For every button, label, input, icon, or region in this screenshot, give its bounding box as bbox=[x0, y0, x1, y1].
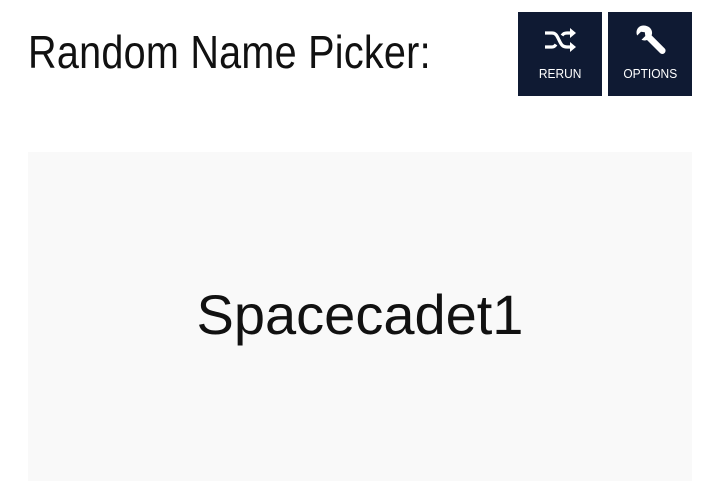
picked-name: Spacecadet1 bbox=[196, 282, 524, 346]
options-label: OPTIONS bbox=[623, 66, 677, 81]
toolbar: RERUN OPTIONS bbox=[518, 12, 692, 96]
result-panel: Spacecadet1 bbox=[28, 152, 692, 481]
shuffle-icon bbox=[542, 22, 578, 58]
rerun-label: RERUN bbox=[538, 66, 582, 81]
random-name-picker-page: Random Name Picker: RERUN OPTIONS Spacec… bbox=[0, 0, 720, 481]
rerun-button[interactable]: RERUN bbox=[518, 12, 602, 96]
wrench-icon bbox=[632, 22, 668, 58]
options-button[interactable]: OPTIONS bbox=[608, 12, 692, 96]
page-title: Random Name Picker: bbox=[28, 26, 431, 78]
